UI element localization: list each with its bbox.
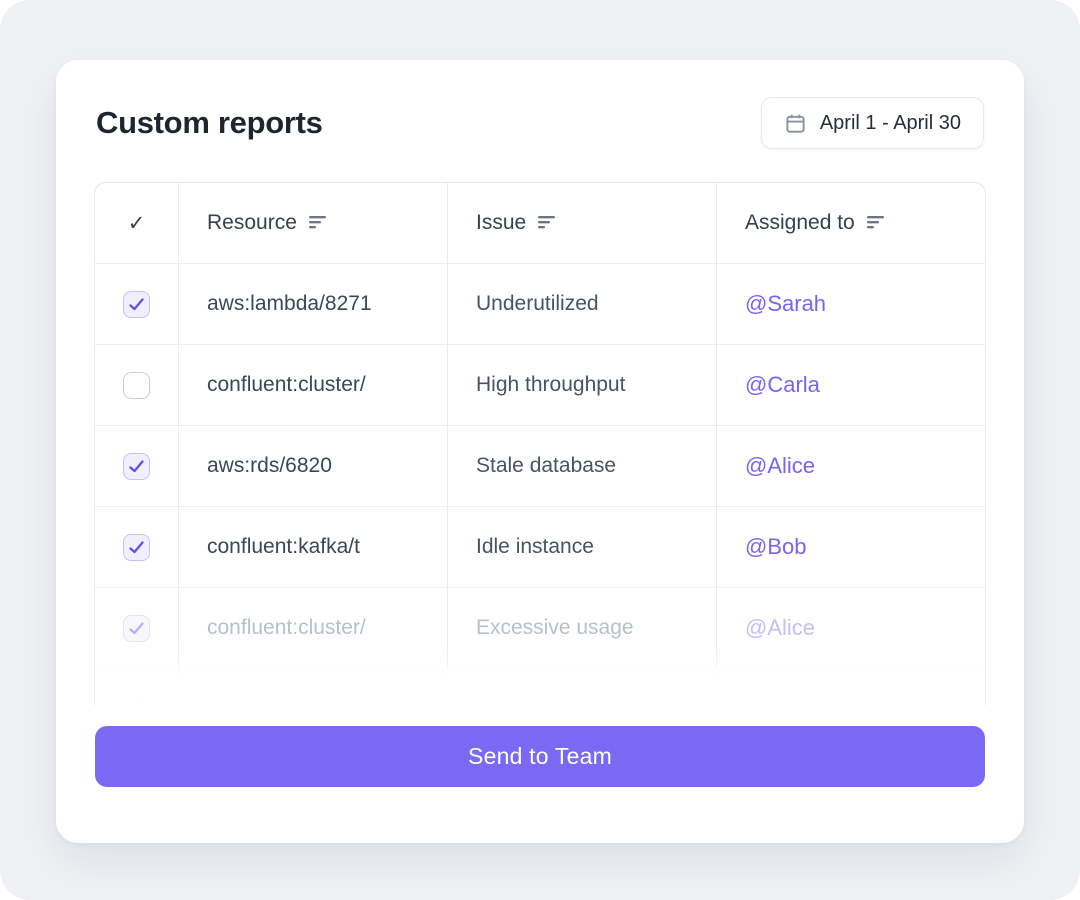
issue-cell: Stale database [447, 426, 716, 506]
reports-table: ✓ Resource Issue Assigned to aws:lambda/… [94, 182, 986, 705]
table-row: aws:rds/6820 Stale database @Alice [95, 425, 985, 506]
column-header-assigned[interactable]: Assigned to [716, 183, 985, 263]
assignee-mention[interactable]: @Sarah [716, 669, 985, 705]
issue-cell: Excessive usage [447, 588, 716, 668]
card-header: Custom reports April 1 - April 30 [96, 97, 984, 149]
send-to-team-button[interactable]: Send to Team [95, 726, 985, 787]
column-header-assigned-label: Assigned to [745, 211, 855, 234]
resource-cell: confluent:cluster/ [178, 588, 447, 668]
issue-cell: Underutilized [447, 264, 716, 344]
resource-cell: aws:s3/8000 [178, 669, 447, 705]
column-header-issue[interactable]: Issue [447, 183, 716, 263]
column-header-resource[interactable]: Resource [178, 183, 447, 263]
issue-cell: High throughput [447, 345, 716, 425]
table-row: confluent:cluster/ Excessive usage @Alic… [95, 587, 985, 668]
table-row: confluent:cluster/ High throughput @Carl… [95, 344, 985, 425]
row-checkbox[interactable] [123, 371, 150, 399]
select-all-column-header[interactable]: ✓ [95, 183, 178, 263]
row-checkbox[interactable] [123, 614, 150, 642]
resource-cell: aws:lambda/8271 [178, 264, 447, 344]
issue-cell: Idle instance [447, 507, 716, 587]
custom-reports-card: Custom reports April 1 - April 30 ✓ Reso… [56, 60, 1024, 843]
page-title: Custom reports [96, 105, 323, 140]
assignee-mention[interactable]: @Carla [716, 345, 985, 425]
resource-cell: confluent:cluster/ [178, 345, 447, 425]
calendar-icon [784, 112, 807, 135]
row-checkbox[interactable] [123, 695, 150, 705]
date-range-label: April 1 - April 30 [819, 111, 961, 134]
column-header-resource-label: Resource [207, 211, 297, 234]
assignee-mention[interactable]: @Bob [716, 507, 985, 587]
sort-icon [538, 216, 556, 229]
date-range-picker[interactable]: April 1 - April 30 [760, 97, 984, 149]
column-header-issue-label: Issue [476, 211, 527, 234]
table-row-partial: aws:s3/8000 @Sarah [95, 668, 985, 705]
assignee-mention[interactable]: @Alice [716, 588, 985, 668]
assignee-mention[interactable]: @Sarah [716, 264, 985, 344]
issue-cell [447, 669, 716, 705]
resource-cell: confluent:kafka/t [178, 507, 447, 587]
table-row: confluent:kafka/t Idle instance @Bob [95, 506, 985, 587]
row-checkbox[interactable] [123, 290, 150, 318]
row-checkbox[interactable] [123, 452, 150, 480]
table-row: aws:lambda/8271 Underutilized @Sarah [95, 263, 985, 344]
sort-icon [866, 216, 884, 229]
resource-cell: aws:rds/6820 [178, 426, 447, 506]
table-header-row: ✓ Resource Issue Assigned to [95, 183, 985, 263]
sort-icon [308, 216, 326, 229]
row-checkbox[interactable] [123, 533, 150, 561]
assignee-mention[interactable]: @Alice [716, 426, 985, 506]
